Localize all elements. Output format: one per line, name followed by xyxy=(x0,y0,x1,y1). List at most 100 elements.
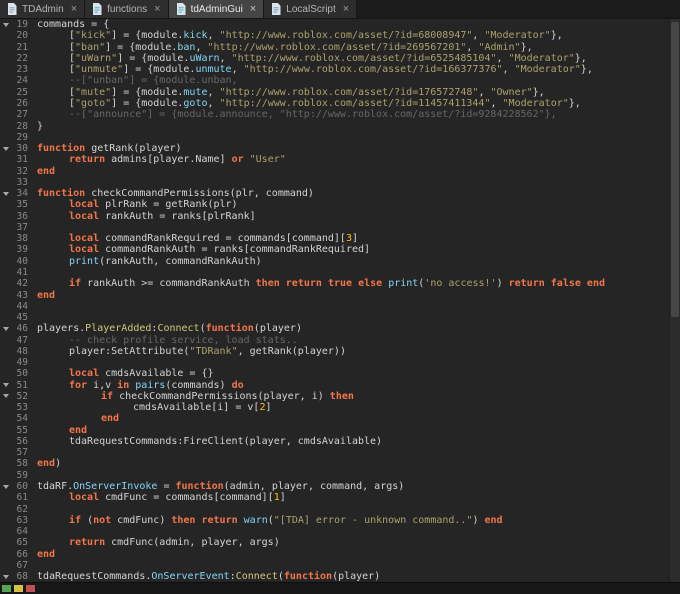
code-text[interactable]: --["announce"] = {module.announce, "http… xyxy=(37,109,557,120)
code-line[interactable]: 55 end xyxy=(0,425,680,436)
code-line[interactable]: 63 if (not cmdFunc) then return warn("[T… xyxy=(0,515,680,526)
code-line[interactable]: 43 end xyxy=(0,289,680,301)
fold-arrow-icon[interactable] xyxy=(0,23,11,27)
code-text[interactable]: return admins[player.Name] or "User" xyxy=(37,154,286,165)
code-editor[interactable]: 19 commands = { 20 ["kick"] = {module.ki… xyxy=(0,19,680,583)
editor-tab[interactable]: LocalScript × xyxy=(264,0,358,18)
code-line[interactable]: 42 if rankAuth >= commandRankAuth then r… xyxy=(0,278,680,289)
close-icon[interactable]: × xyxy=(69,3,77,15)
code-text[interactable]: local cmdsAvailable = {} xyxy=(37,368,214,379)
code-text[interactable]: function checkCommandPermissions(plr, co… xyxy=(37,188,314,199)
code-line[interactable]: 59 xyxy=(0,470,680,481)
code-line[interactable]: 49 xyxy=(0,357,680,368)
code-text[interactable]: local commandRankRequired = commands[com… xyxy=(37,233,358,244)
code-text[interactable]: local rankAuth = ranks[plrRank] xyxy=(37,211,256,222)
vertical-scrollbar[interactable] xyxy=(669,19,680,583)
close-icon[interactable]: × xyxy=(248,3,256,15)
code-text[interactable]: players.PlayerAdded:Connect(function(pla… xyxy=(37,323,302,334)
code-text[interactable]: --["unban"] = {module.unban, xyxy=(37,75,238,86)
code-text[interactable]: local commandRankAuth = ranks[commandRan… xyxy=(37,244,370,255)
code-line[interactable]: 32 end xyxy=(0,165,680,177)
code-line[interactable]: 68 tdaRequestCommands.OnServerEvent:Conn… xyxy=(0,571,680,582)
code-line[interactable]: 27 --["announce"] = {module.announce, "h… xyxy=(0,109,680,120)
code-line[interactable]: 30 function getRank(player) xyxy=(0,143,680,154)
code-text[interactable]: end xyxy=(37,166,55,177)
code-text[interactable]: local plrRank = getRank(plr) xyxy=(37,199,238,210)
code-line[interactable]: 48 player:SetAttribute("TDRank", getRank… xyxy=(0,346,680,357)
code-text[interactable]: cmdsAvailable[i] = v[2] xyxy=(37,402,272,413)
code-line[interactable]: 34 function checkCommandPermissions(plr,… xyxy=(0,188,680,199)
code-text[interactable]: ["ban"] = {module.ban, "http://www.roblo… xyxy=(37,42,533,53)
code-text[interactable]: end xyxy=(37,413,119,424)
fold-arrow-icon[interactable] xyxy=(0,383,11,387)
code-text[interactable]: -- check profile service, load stats.. xyxy=(37,335,298,346)
code-text[interactable]: local cmdFunc = commands[command][1] xyxy=(37,492,286,503)
code-text[interactable]: commands = { xyxy=(37,19,109,30)
scrollbar-thumb[interactable] xyxy=(671,22,679,317)
fold-arrow-icon[interactable] xyxy=(0,575,11,579)
code-line[interactable]: 40 print(rankAuth, commandRankAuth) xyxy=(0,256,680,267)
code-text[interactable]: end) xyxy=(37,458,61,469)
code-line[interactable]: 38 local commandRankRequired = commands[… xyxy=(0,233,680,244)
code-line[interactable]: 52 if checkCommandPermissions(player, i)… xyxy=(0,391,680,402)
code-text[interactable]: for i,v in pairs(commands) do xyxy=(37,380,244,391)
code-text[interactable]: ["unmute"] = {module.unmute, "http://www… xyxy=(37,64,593,75)
code-line[interactable]: 51 for i,v in pairs(commands) do xyxy=(0,380,680,391)
code-line[interactable]: 23 ["unmute"] = {module.unmute, "http://… xyxy=(0,64,680,75)
editor-tab[interactable]: functions × xyxy=(85,0,169,18)
code-line[interactable]: 54 end xyxy=(0,413,680,424)
code-line[interactable]: 47 -- check profile service, load stats.… xyxy=(0,334,680,346)
code-text[interactable]: tdaRF.OnServerInvoke = function(admin, p… xyxy=(37,481,404,492)
code-line[interactable]: 50 local cmdsAvailable = {} xyxy=(0,368,680,379)
close-icon[interactable]: × xyxy=(341,3,349,15)
fold-arrow-icon[interactable] xyxy=(0,192,11,196)
code-text[interactable]: print(rankAuth, commandRankAuth) xyxy=(37,256,262,267)
code-line[interactable]: 20 ["kick"] = {module.kick, "http://www.… xyxy=(0,30,680,41)
code-line[interactable]: 22 ["uWarn"] = {module.uWarn, "http://ww… xyxy=(0,53,680,64)
code-text[interactable]: if (not cmdFunc) then return warn("[TDA]… xyxy=(37,515,503,526)
code-line[interactable]: 44 xyxy=(0,301,680,312)
close-icon[interactable]: × xyxy=(152,3,160,15)
code-text[interactable]: tdaRequestCommands.OnServerEvent:Connect… xyxy=(37,571,380,582)
code-line[interactable]: 53 cmdsAvailable[i] = v[2] xyxy=(0,402,680,413)
code-text[interactable]: end xyxy=(37,425,87,436)
code-line[interactable]: 19 commands = { xyxy=(0,19,680,30)
code-line[interactable]: 21 ["ban"] = {module.ban, "http://www.ro… xyxy=(0,42,680,53)
code-text[interactable]: ["kick"] = {module.kick, "http://www.rob… xyxy=(37,30,563,41)
code-text[interactable]: if checkCommandPermissions(player, i) th… xyxy=(37,391,354,402)
code-line[interactable]: 36 local rankAuth = ranks[plrRank] xyxy=(0,211,680,222)
code-line[interactable]: 35 local plrRank = getRank(plr) xyxy=(0,199,680,210)
code-area[interactable]: 19 commands = { 20 ["kick"] = {module.ki… xyxy=(0,19,680,582)
code-line[interactable]: 67 xyxy=(0,560,680,571)
code-line[interactable]: 31 return admins[player.Name] or "User" xyxy=(0,154,680,165)
code-text[interactable]: ["goto"] = {module.goto, "http://www.rob… xyxy=(37,98,581,109)
code-line[interactable]: 66 end xyxy=(0,548,680,560)
code-text[interactable]: player:SetAttribute("TDRank", getRank(pl… xyxy=(37,346,346,357)
code-line[interactable]: 60 tdaRF.OnServerInvoke = function(admin… xyxy=(0,481,680,492)
fold-arrow-icon[interactable] xyxy=(0,394,11,398)
code-text[interactable]: ["mute"] = {module.mute, "http://www.rob… xyxy=(37,87,545,98)
code-line[interactable]: 61 local cmdFunc = commands[command][1] xyxy=(0,492,680,503)
code-line[interactable]: 29 xyxy=(0,132,680,143)
code-line[interactable]: 28 } xyxy=(0,120,680,132)
code-line[interactable]: 33 xyxy=(0,177,680,188)
code-text[interactable]: end xyxy=(37,549,55,560)
code-text[interactable]: tdaRequestCommands:FireClient(player, cm… xyxy=(37,436,382,447)
code-text[interactable]: return cmdFunc(admin, player, args) xyxy=(37,537,280,548)
code-line[interactable]: 57 xyxy=(0,447,680,458)
code-text[interactable]: ["uWarn"] = {module.uWarn, "http://www.r… xyxy=(37,53,587,64)
code-line[interactable]: 45 xyxy=(0,312,680,323)
code-line[interactable]: 65 return cmdFunc(admin, player, args) xyxy=(0,537,680,548)
code-line[interactable]: 58 end) xyxy=(0,458,680,469)
code-line[interactable]: 26 ["goto"] = {module.goto, "http://www.… xyxy=(0,98,680,109)
code-line[interactable]: 25 ["mute"] = {module.mute, "http://www.… xyxy=(0,87,680,98)
code-text[interactable]: if rankAuth >= commandRankAuth then retu… xyxy=(37,278,605,289)
code-line[interactable]: 39 local commandRankAuth = ranks[command… xyxy=(0,244,680,255)
fold-arrow-icon[interactable] xyxy=(0,147,11,151)
code-line[interactable]: 56 tdaRequestCommands:FireClient(player,… xyxy=(0,436,680,447)
editor-tab[interactable]: tdAdminGui × xyxy=(168,0,265,18)
code-line[interactable]: 62 xyxy=(0,503,680,515)
fold-arrow-icon[interactable] xyxy=(0,485,11,489)
editor-tab[interactable]: TDAdmin × xyxy=(0,0,86,18)
code-line[interactable]: 64 xyxy=(0,526,680,537)
